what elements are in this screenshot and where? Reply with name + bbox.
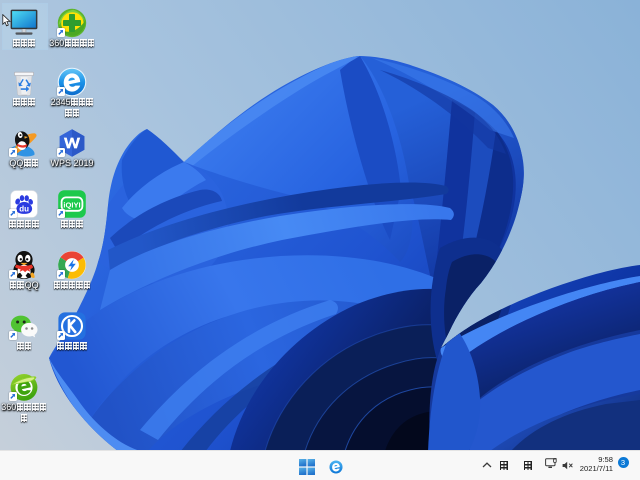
svg-text:iQIYI: iQIYI	[63, 200, 80, 209]
svg-text:du: du	[19, 204, 29, 213]
